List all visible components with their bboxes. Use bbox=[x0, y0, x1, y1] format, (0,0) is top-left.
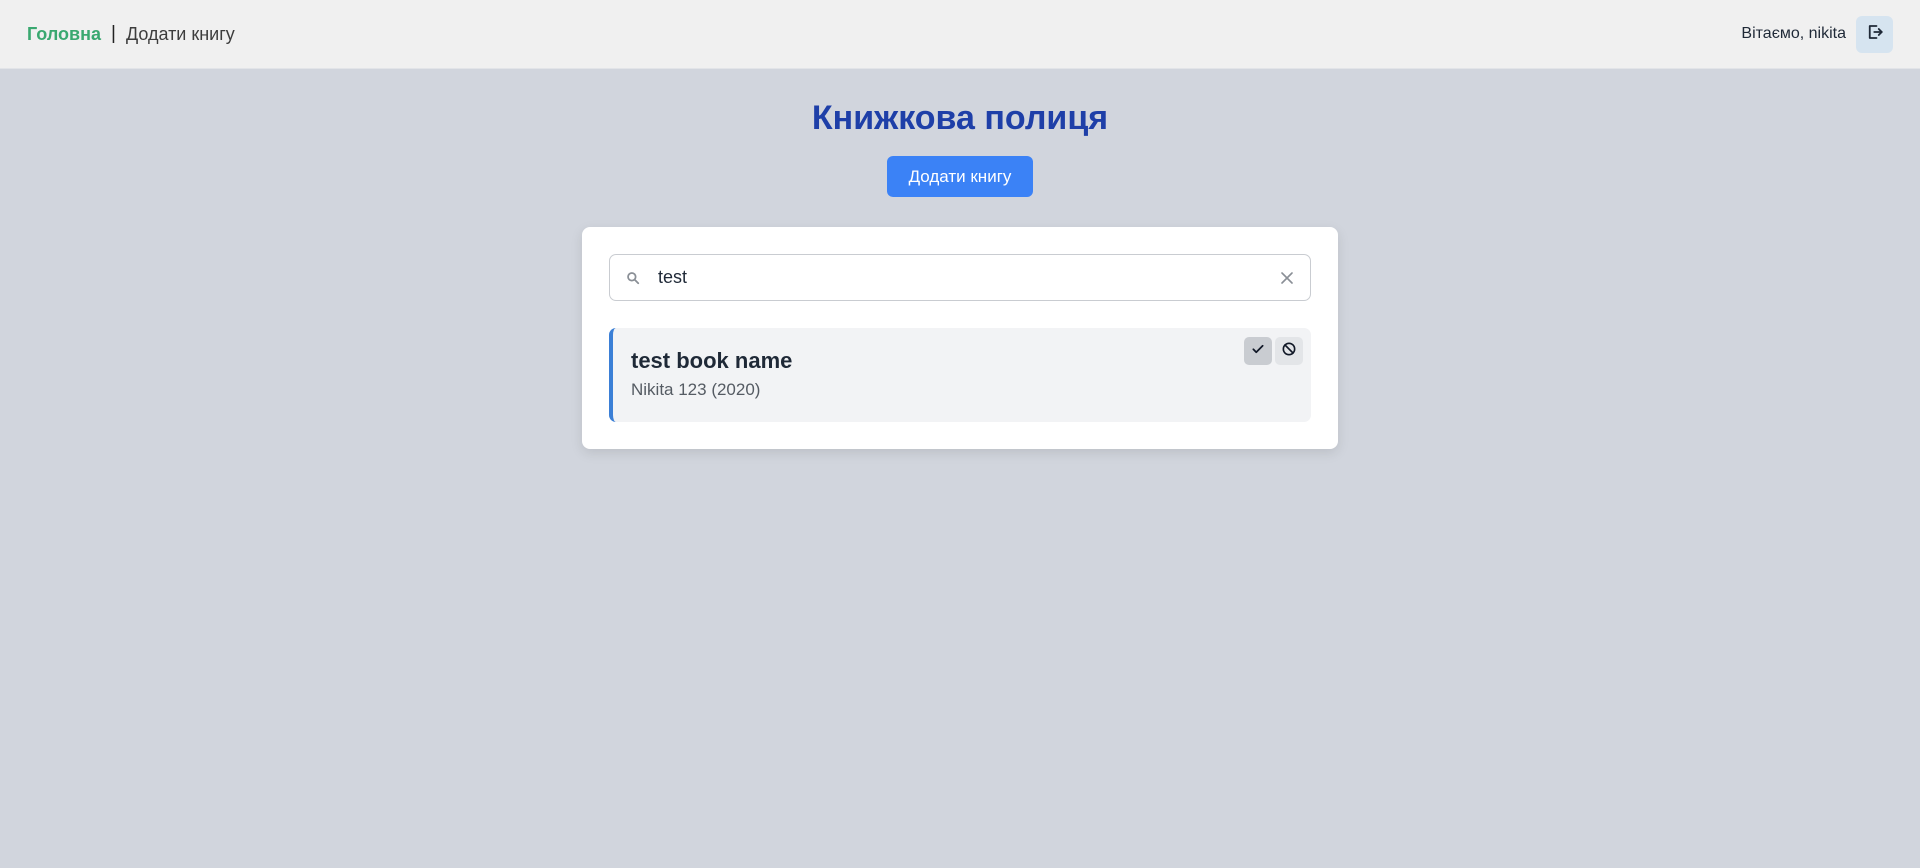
greeting-text: Вітаємо, nikita bbox=[1741, 25, 1846, 42]
close-icon[interactable] bbox=[1278, 269, 1296, 287]
top-navbar: Головна | Додати книгу Вітаємо, nikita bbox=[0, 0, 1920, 69]
logout-icon bbox=[1866, 23, 1884, 46]
user-area: Вітаємо, nikita bbox=[1741, 15, 1893, 53]
block-button[interactable] bbox=[1275, 337, 1303, 365]
nav-home-link[interactable]: Головна bbox=[27, 24, 101, 45]
list-item[interactable]: test book name Nikita 123 (2020) bbox=[609, 328, 1311, 422]
search-icon bbox=[624, 269, 642, 287]
nav-add-book-link[interactable]: Додати книгу bbox=[126, 24, 235, 45]
nav-links: Головна | Додати книгу bbox=[27, 23, 235, 45]
book-title: test book name bbox=[631, 348, 793, 373]
book-meta: Nikita 123 (2020) bbox=[631, 380, 761, 399]
check-icon bbox=[1251, 342, 1265, 361]
ban-icon bbox=[1281, 341, 1297, 362]
page-title: Книжкова полиця bbox=[811, 99, 1109, 137]
bookshelf-card: test book name Nikita 123 (2020) bbox=[582, 227, 1338, 449]
book-actions bbox=[1244, 337, 1303, 365]
nav-separator: | bbox=[111, 23, 116, 44]
add-book-button[interactable]: Додати книгу bbox=[887, 156, 1033, 197]
search-box[interactable] bbox=[609, 254, 1311, 301]
mark-read-button[interactable] bbox=[1244, 337, 1272, 365]
search-input[interactable] bbox=[656, 266, 1278, 289]
logout-button[interactable] bbox=[1856, 15, 1893, 53]
